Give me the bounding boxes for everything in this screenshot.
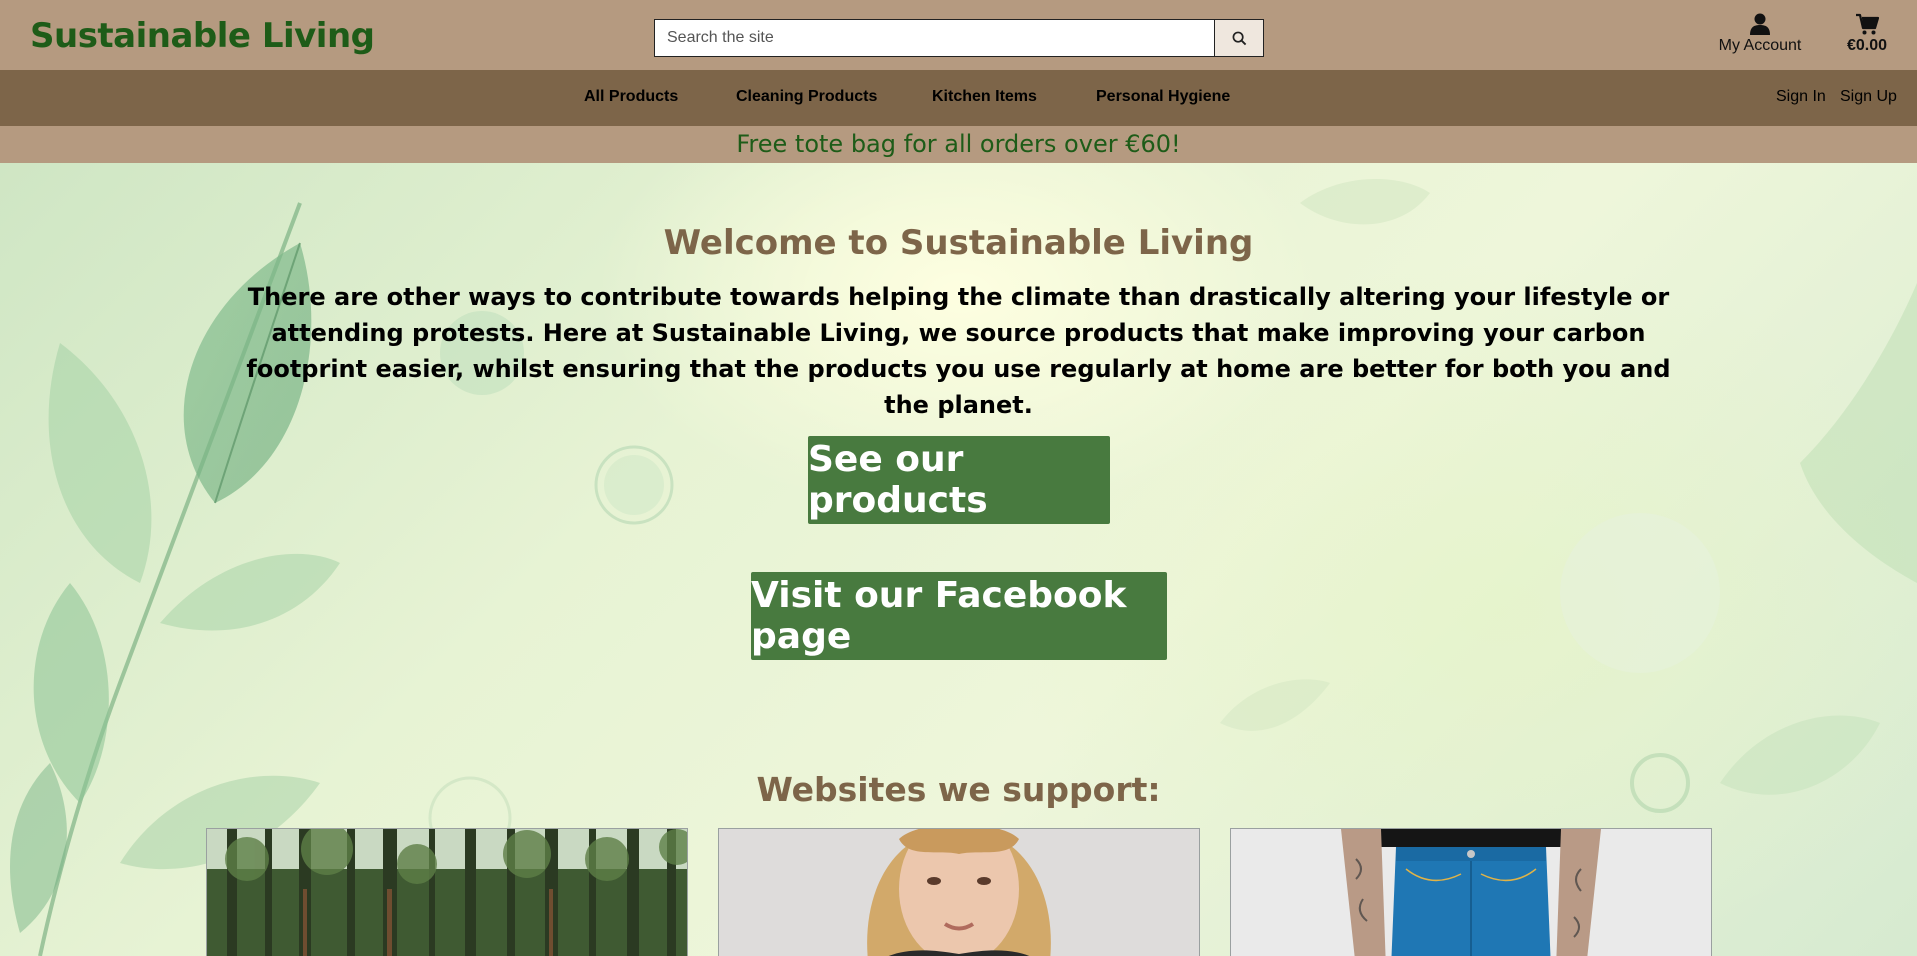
supported-site-card-2[interactable] bbox=[718, 828, 1200, 956]
nav-all-products[interactable]: All Products bbox=[584, 88, 678, 106]
promo-text: Free tote bag for all orders over €60! bbox=[736, 130, 1181, 158]
supported-site-card-3[interactable] bbox=[1230, 828, 1712, 956]
search-icon bbox=[1232, 31, 1246, 45]
search-bar bbox=[654, 19, 1264, 57]
woman-portrait-image bbox=[719, 829, 1199, 956]
page-title: Welcome to Sustainable Living bbox=[663, 223, 1254, 263]
search-button[interactable] bbox=[1214, 20, 1263, 56]
see-products-button[interactable]: See our products bbox=[808, 436, 1110, 524]
nav-cleaning-products[interactable]: Cleaning Products bbox=[736, 88, 877, 106]
nav-personal-hygiene[interactable]: Personal Hygiene bbox=[1096, 88, 1230, 106]
sign-in-link[interactable]: Sign In bbox=[1776, 88, 1826, 106]
site-logo[interactable]: Sustainable Living bbox=[30, 16, 375, 56]
hero-section: Welcome to Sustainable Living There are … bbox=[0, 163, 1917, 956]
user-icon bbox=[1750, 13, 1770, 35]
promo-banner: Free tote bag for all orders over €60! bbox=[0, 126, 1917, 163]
site-header: Sustainable Living My Account €0.00 bbox=[0, 0, 1917, 70]
cart-link[interactable]: €0.00 bbox=[1838, 12, 1896, 55]
forest-image bbox=[207, 829, 687, 956]
account-link[interactable]: My Account bbox=[1712, 12, 1808, 55]
support-heading: Websites we support: bbox=[756, 770, 1161, 809]
sign-up-link[interactable]: Sign Up bbox=[1840, 88, 1897, 106]
cart-icon bbox=[1856, 13, 1879, 35]
cart-total: €0.00 bbox=[1846, 37, 1888, 54]
search-input[interactable] bbox=[655, 20, 1214, 56]
account-label: My Account bbox=[1718, 37, 1802, 54]
nav-kitchen-items[interactable]: Kitchen Items bbox=[932, 88, 1037, 106]
main-nav: All Products Cleaning Products Kitchen I… bbox=[0, 70, 1917, 126]
intro-text: There are other ways to contribute towar… bbox=[246, 283, 1671, 419]
facebook-page-button[interactable]: Visit our Facebook page bbox=[751, 572, 1167, 660]
supported-site-card-1[interactable] bbox=[206, 828, 688, 956]
blue-jeans-image bbox=[1231, 829, 1711, 956]
